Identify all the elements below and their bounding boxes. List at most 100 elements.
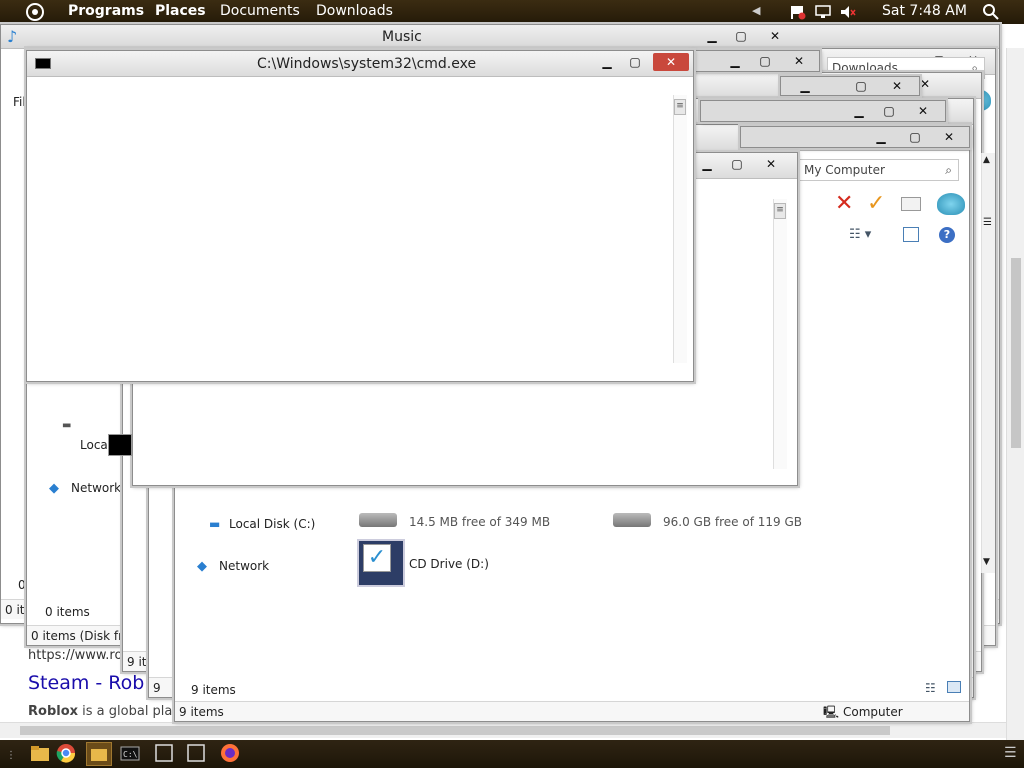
music-maximize-button[interactable]: ▢ xyxy=(727,27,755,45)
explorer-taskbar-icon[interactable] xyxy=(86,742,112,766)
drive-c-free: 14.5 MB free of 349 MB xyxy=(409,515,551,529)
window-taskbar-icon-2[interactable] xyxy=(184,742,210,766)
loca-disk-icon: ▬ xyxy=(62,420,72,431)
result-url[interactable]: https://www.robl xyxy=(28,648,134,663)
nav-local-disk[interactable]: Local Disk (C:) xyxy=(229,517,315,531)
taskbar: ⋮ C:\ ☰ xyxy=(0,740,1024,768)
cmd-maximize-button[interactable]: ▢ xyxy=(621,53,649,71)
nav-network[interactable]: Network xyxy=(219,559,269,573)
cmd-scroll-grip[interactable]: ≡ xyxy=(674,99,686,115)
tray-arrow-icon[interactable]: ◀ xyxy=(752,4,768,20)
computer-shell-icon[interactable] xyxy=(937,193,965,215)
cmd-taskbar-icon[interactable]: C:\ xyxy=(118,742,144,766)
drive-2-free: 96.0 GB free of 119 GB xyxy=(663,515,802,529)
flag-icon[interactable] xyxy=(790,4,806,20)
downloads-network-label[interactable]: Network xyxy=(71,481,121,495)
help-icon[interactable]: ? xyxy=(939,227,955,243)
top-panel: Programs Places Documents Downloads ◀ Sa… xyxy=(0,0,1024,24)
properties-icon[interactable] xyxy=(901,197,921,211)
menu-file-fragment[interactable]: Fil xyxy=(13,95,26,109)
ghost-window-c: ▁ ▢ ✕ xyxy=(700,100,946,122)
delete-icon[interactable]: ✕ xyxy=(835,191,853,216)
drive-2-icon[interactable] xyxy=(613,513,651,527)
blank-scroll-grip[interactable]: ≡ xyxy=(774,203,786,219)
ghost-b-close-button[interactable]: ✕ xyxy=(883,77,911,95)
details-view-icon[interactable]: ☷ xyxy=(925,681,936,695)
cmd-window-title: C:\Windows\system32\cmd.exe xyxy=(257,56,477,72)
ghost-b-maximize-button[interactable]: ▢ xyxy=(847,77,875,95)
loca-label[interactable]: Loca xyxy=(80,438,108,452)
cd-drive-icon[interactable]: ✓ xyxy=(357,539,405,587)
clock[interactable]: Sat 7:48 AM xyxy=(882,3,967,19)
ghost-a-minimize-button[interactable]: ▁ xyxy=(721,52,749,70)
cmd-console-area[interactable] xyxy=(29,79,673,379)
ghost-a-close-button[interactable]: ✕ xyxy=(785,52,813,70)
snippet-bold: Roblox xyxy=(28,704,79,719)
cmd-icon xyxy=(35,58,51,69)
result-snippet: Roblox is a global platf xyxy=(28,704,182,719)
ghost-d-close-button[interactable]: ✕ xyxy=(935,128,963,146)
downloads-menu[interactable]: Downloads xyxy=(316,3,393,19)
ghost-window-a: ▁ ▢ ✕ xyxy=(690,50,820,72)
large-icons-view-icon[interactable] xyxy=(947,681,961,693)
browser-vscroll[interactable] xyxy=(1006,48,1024,740)
ghost-d-minimize-button[interactable]: ▁ xyxy=(867,128,895,146)
cmd-titlebar[interactable]: C:\Windows\system32\cmd.exe ▁ ▢ ✕ xyxy=(27,51,693,77)
cd-drive-label[interactable]: CD Drive (D:) xyxy=(409,557,489,571)
documents-menu[interactable]: Documents xyxy=(220,3,300,19)
music-minimize-button[interactable]: ▁ xyxy=(698,27,726,45)
ghost-b-minimize-button[interactable]: ▁ xyxy=(791,77,819,95)
ghost-d-maximize-button[interactable]: ▢ xyxy=(901,128,929,146)
view-options-icon[interactable]: ☷ ▾ xyxy=(849,227,871,242)
downloads-network-icon: ◆ xyxy=(49,481,59,496)
cmd-minimize-button[interactable]: ▁ xyxy=(593,53,621,71)
ghost-c-close-button[interactable]: ✕ xyxy=(909,102,937,120)
preview-pane-icon[interactable] xyxy=(903,227,919,242)
result-title[interactable]: Steam - Roblo xyxy=(28,672,161,694)
blank-maximize-button[interactable]: ▢ xyxy=(723,155,751,173)
chrome-taskbar-icon[interactable] xyxy=(54,742,80,766)
music-close-button[interactable]: ✕ xyxy=(761,27,789,45)
black-square xyxy=(108,434,132,456)
network-nav-icon: ◆ xyxy=(197,559,207,574)
taskbar-left-divider: ⋮ xyxy=(6,750,16,761)
blank-minimize-button[interactable]: ▁ xyxy=(693,155,721,173)
browser-hscroll[interactable] xyxy=(0,722,1024,738)
snippet-rest: is a global platf xyxy=(78,704,183,719)
cmd-close-button[interactable]: ✕ xyxy=(653,53,689,71)
ghost-a-maximize-button[interactable]: ▢ xyxy=(751,52,779,70)
ghost-c-maximize-button[interactable]: ▢ xyxy=(875,102,903,120)
svg-text:C:\: C:\ xyxy=(123,750,138,759)
computer-status-icon: 🖳 xyxy=(823,705,840,719)
blank-close-button[interactable]: ✕ xyxy=(757,155,785,173)
computer-vscroll[interactable]: ▲ ☰ ▼ xyxy=(981,153,995,573)
music-titlebar[interactable]: ♪ Music ▁ ▢ ✕ xyxy=(1,25,999,49)
local-disk-icon: ▬ xyxy=(209,517,221,531)
network-icon[interactable] xyxy=(815,4,831,20)
window-taskbar-icon-1[interactable] xyxy=(152,742,178,766)
ghost-window-d: ▁ ▢ ✕ xyxy=(740,126,970,148)
downloads-0-items: 0 items xyxy=(45,605,90,619)
taskbar-menu-icon[interactable]: ☰ xyxy=(1004,745,1017,761)
music-zero-label: 0 xyxy=(18,578,26,592)
checkmark-icon[interactable]: ✓ xyxy=(867,191,885,216)
music-note-icon: ♪ xyxy=(7,27,18,46)
programs-menu[interactable]: Programs xyxy=(68,3,144,19)
computer-status-label: Computer xyxy=(843,705,903,719)
cmd-vscroll[interactable]: ≡ xyxy=(673,95,687,363)
ghost-c-minimize-button[interactable]: ▁ xyxy=(845,102,873,120)
places-menu[interactable]: Places xyxy=(155,3,206,19)
computer-search-input[interactable]: My Computer ⌕ xyxy=(799,159,959,181)
file-manager-taskbar-icon[interactable] xyxy=(28,742,54,766)
ghost-window-b: ▁ ▢ ✕ xyxy=(780,76,920,96)
music-window-title: Music xyxy=(382,29,422,45)
search-icon[interactable] xyxy=(982,3,999,20)
menu-logo-icon[interactable] xyxy=(26,3,44,21)
drive-c-icon[interactable] xyxy=(359,513,397,527)
computer-statusbar: 9 items 🖳 Computer xyxy=(175,701,969,721)
firefox-taskbar-icon[interactable] xyxy=(218,742,244,766)
blank-vscroll[interactable]: ≡ xyxy=(773,199,787,469)
cmd-window: C:\Windows\system32\cmd.exe ▁ ▢ ✕ ≡ xyxy=(26,50,694,382)
search-icon: ⌕ xyxy=(945,163,952,177)
volume-muted-icon[interactable] xyxy=(840,4,856,20)
